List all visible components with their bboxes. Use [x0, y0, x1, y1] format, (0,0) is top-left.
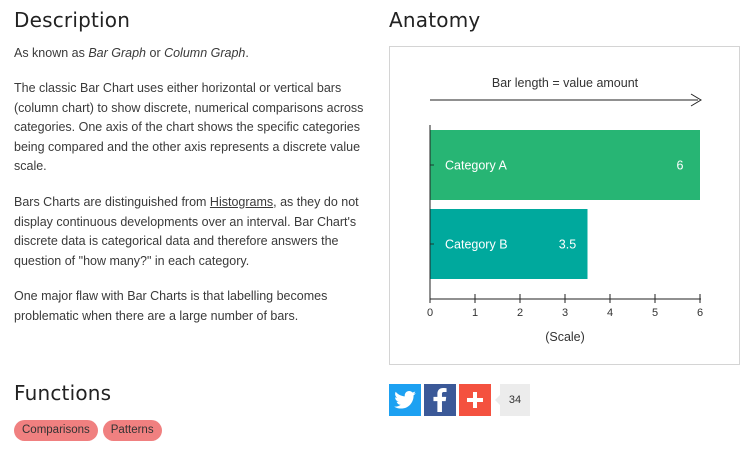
description-paragraph-3: One major flaw with Bar Charts is that l…	[14, 289, 328, 323]
tag-comparisons[interactable]: Comparisons	[14, 420, 98, 441]
chart-annotation: Bar length = value amount	[492, 76, 639, 90]
share-count: 34	[495, 384, 530, 416]
x-tick-label-2: 2	[517, 307, 523, 319]
x-tick-label-4: 4	[607, 307, 613, 319]
anatomy-chart-panel: Bar length = value amount Category A 6 Cate…	[389, 46, 740, 365]
tag-patterns[interactable]: Patterns	[102, 420, 162, 441]
function-tags: Comparisons Patterns	[14, 420, 162, 441]
twitter-share-button[interactable]	[389, 384, 421, 416]
category-label-0: Category A	[445, 159, 508, 173]
description-heading: Description	[14, 8, 131, 32]
histogram-prefix-text: Bars Charts are distinguished from	[14, 195, 210, 209]
alias-column-graph: Column Graph	[164, 46, 246, 60]
alias-bar-graph: Bar Graph	[88, 46, 147, 60]
description-paragraph-2: Bars Charts are distinguished from Histo…	[14, 193, 366, 271]
plus-icon	[467, 392, 483, 408]
category-label-1: Category B	[445, 238, 508, 252]
x-tick-label-3: 3	[562, 307, 568, 319]
plus-share-button[interactable]	[459, 384, 491, 416]
anatomy-heading: Anatomy	[389, 8, 481, 32]
description-paragraph-1: The classic Bar Chart uses either horizo…	[14, 81, 364, 173]
x-axis-label: (Scale)	[545, 330, 585, 344]
value-label-0: 6	[677, 159, 684, 173]
value-label-1: 3.5	[559, 238, 576, 252]
facebook-share-button[interactable]	[424, 384, 456, 416]
bar-chart: Bar length = value amount Category A 6 Cate…	[427, 76, 703, 344]
x-tick-label-6: 6	[697, 307, 703, 319]
x-tick-label-0: 0	[427, 307, 433, 319]
x-tick-label-1: 1	[472, 307, 478, 319]
alias-suffix-text: .	[245, 46, 249, 60]
share-bar: 34	[389, 384, 530, 416]
alias-prefix-text: As known as	[14, 46, 89, 60]
twitter-icon	[394, 391, 416, 409]
facebook-icon	[433, 388, 447, 412]
histograms-link[interactable]: Histograms	[210, 195, 273, 209]
description-alias-paragraph: As known as Bar Graph or Column Graph.	[14, 44, 366, 64]
alias-or-text: or	[146, 46, 165, 60]
functions-heading: Functions	[14, 381, 112, 405]
x-tick-label-5: 5	[652, 307, 658, 319]
